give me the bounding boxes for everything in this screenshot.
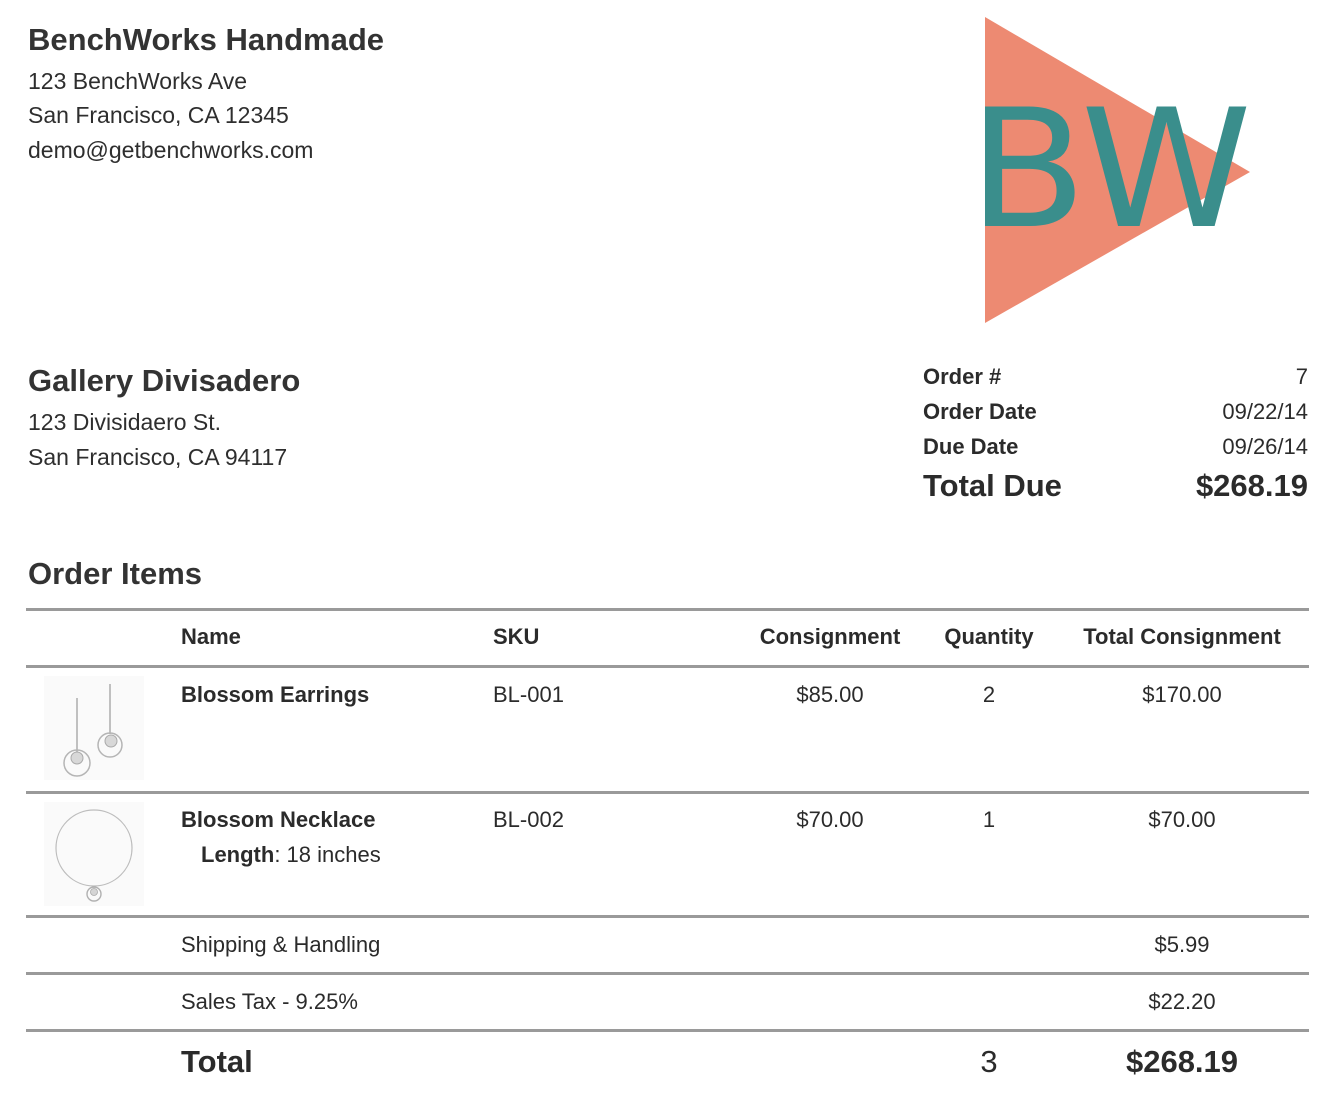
logo-text: BW xyxy=(968,74,1252,265)
row-rule xyxy=(26,915,1309,918)
due-date-label: Due Date xyxy=(923,434,1019,459)
item-sku: BL-002 xyxy=(493,807,564,832)
order-number-value: 7 xyxy=(1295,364,1308,389)
item-quantity: 1 xyxy=(982,807,996,832)
header-quantity: Quantity xyxy=(944,624,1034,649)
grand-total-quantity: 3 xyxy=(980,1044,998,1079)
table-top-rule xyxy=(26,608,1309,611)
row-rule xyxy=(26,972,1309,975)
benchworks-logo: BW xyxy=(968,17,1252,323)
item-option-label: Length xyxy=(201,842,275,867)
order-number-label: Order # xyxy=(923,364,1002,389)
total-due-label: Total Due xyxy=(923,468,1062,503)
client-address-line2: San Francisco, CA 94117 xyxy=(28,444,288,470)
necklace-icon xyxy=(55,809,133,902)
client-address-line1: 123 Divisidaero St. xyxy=(28,409,222,435)
order-items-title: Order Items xyxy=(28,556,203,591)
item-option-value: : 18 inches xyxy=(274,842,381,867)
shipping-value: $5.99 xyxy=(1154,932,1210,957)
header-name: Name xyxy=(181,624,241,649)
earrings-icon xyxy=(63,684,123,777)
item-consignment: $85.00 xyxy=(796,682,864,707)
item-sku: BL-001 xyxy=(493,682,564,707)
seller-email: demo@getbenchworks.com xyxy=(28,137,314,163)
tax-value: $22.20 xyxy=(1148,989,1216,1014)
item-name: Blossom Earrings xyxy=(181,682,370,707)
grand-total-label: Total xyxy=(181,1044,253,1079)
table-row-thumbnail xyxy=(44,676,144,780)
row-rule xyxy=(26,791,1309,794)
seller-address-line1: 123 BenchWorks Ave xyxy=(28,68,248,94)
header-total-consignment: Total Consignment xyxy=(1083,624,1281,649)
header-sku: SKU xyxy=(493,624,540,649)
item-total: $70.00 xyxy=(1148,807,1216,832)
table-row-thumbnail xyxy=(44,802,144,906)
item-consignment: $70.00 xyxy=(796,807,864,832)
row-rule xyxy=(26,1029,1309,1032)
shipping-label: Shipping & Handling xyxy=(181,932,381,957)
item-name: Blossom Necklace xyxy=(181,807,376,832)
order-date-value: 09/22/14 xyxy=(1222,399,1308,424)
seller-address-line2: San Francisco, CA 12345 xyxy=(28,102,289,128)
total-due-value: $268.19 xyxy=(1195,468,1308,503)
client-name: Gallery Divisadero xyxy=(28,363,301,398)
item-total: $170.00 xyxy=(1142,682,1222,707)
grand-total-value: $268.19 xyxy=(1125,1044,1239,1079)
order-date-label: Order Date xyxy=(923,399,1037,424)
item-option: Length: 18 inches xyxy=(201,842,381,868)
header-bottom-rule xyxy=(26,665,1309,668)
seller-name: BenchWorks Handmade xyxy=(28,22,385,57)
header-consignment: Consignment xyxy=(759,624,901,649)
item-quantity: 2 xyxy=(982,682,996,707)
tax-label: Sales Tax - 9.25% xyxy=(181,989,358,1014)
due-date-value: 09/26/14 xyxy=(1222,434,1308,459)
